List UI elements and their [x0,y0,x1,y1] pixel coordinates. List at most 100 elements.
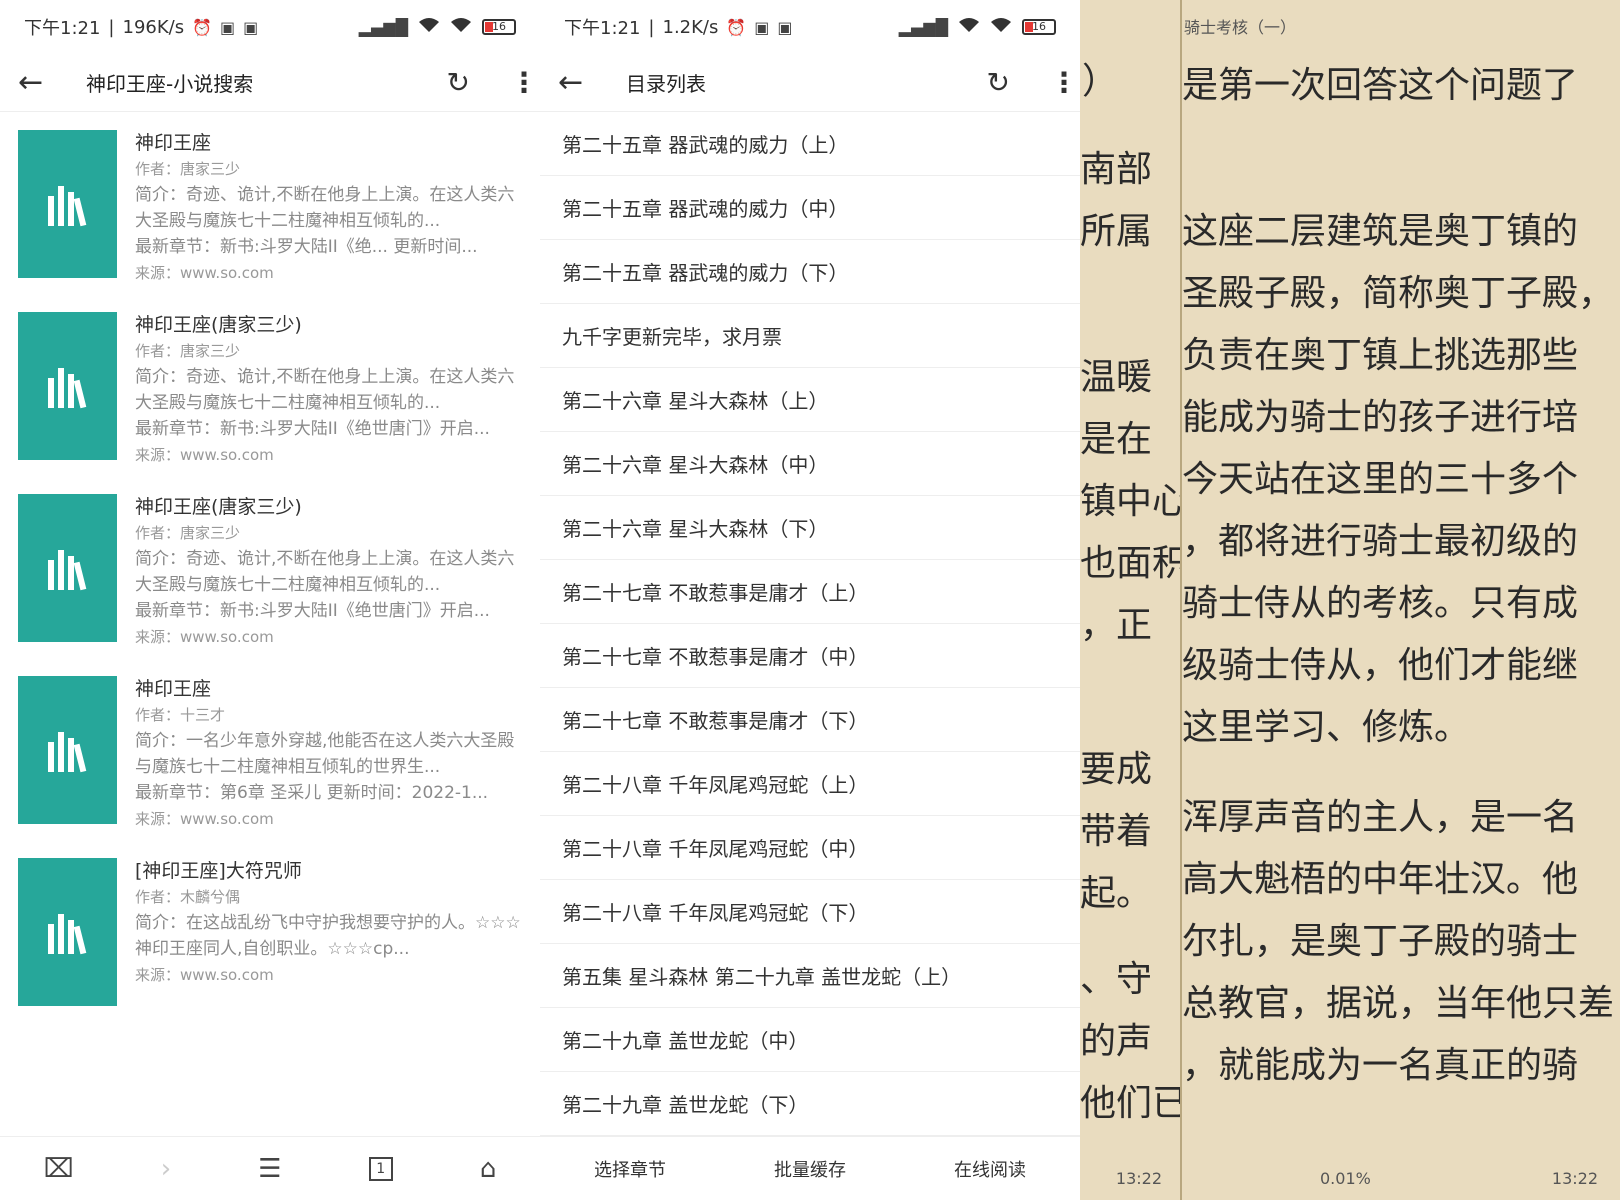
reader-text-line: 这里学习、修炼。 [1182,707,1471,748]
reader-text-line: 是在 [1080,419,1153,460]
book-description: 简介：一名少年意外穿越,他能否在这人类六大圣殿与魔族七十二柱魔神相互倾轧的世界生… [135,731,515,777]
book-author: 作者：唐家三少 [135,342,241,360]
reader-page-left[interactable]: ） 南部 所属 温暖 是在 镇中心 也面积 ，正 要成 带着 起。 、守 的声 … [1080,0,1182,1200]
reader-text-line: 是第一次回答这个问题了 [1182,65,1579,106]
book-description: 简介：在这战乱纷飞中守护我想要守护的人。☆☆☆神印王座同人,自创职业。☆☆☆cp… [135,913,521,959]
chapter-item[interactable]: 第二十九章 盖世龙蛇（中） [540,1008,1080,1072]
notification-icon: ▣ [754,17,770,37]
forward-icon[interactable]: › [161,1154,171,1184]
book-description: 简介：奇迹、诡计,不断在他身上上演。在这人类六大圣殿与魔族七十二柱魔神相互倾轧的… [135,367,515,413]
reader-text-line: 温暖 [1080,357,1153,398]
reader-text-line: 高大魁梧的中年壮汉。他 [1182,859,1579,900]
batch-cache-button[interactable]: 批量缓存 [774,1156,846,1182]
reader-text-line: 今天站在这里的三十多个 [1182,459,1579,500]
book-source: 来源：www.so.com [135,628,274,646]
chapter-item[interactable]: 第二十五章 器武魂的威力（上） [540,112,1080,176]
book-author: 作者：唐家三少 [135,160,241,178]
status-network-speed: 196K/s [122,16,185,38]
reader-text-line: 负责在奥丁镇上挑选那些 [1182,335,1579,376]
page-title: 目录列表 [626,72,706,96]
close-page-icon[interactable]: ⌧ [44,1154,74,1184]
book-shelf-icon [47,914,86,955]
battery-icon: 16 [482,19,516,35]
book-author: 作者：十三才 [135,706,226,724]
app-notification-icon: ▣ [777,17,793,37]
refresh-icon[interactable]: ↻ [447,66,470,99]
book-shelf-icon [47,732,86,773]
reader-text-line: 骑士侍从的考核。只有成 [1182,583,1579,624]
search-results-list: 神印王座 作者：唐家三少 简介：奇迹、诡计,不断在他身上上演。在这人类六大圣殿与… [0,112,540,1022]
reader-text-line: 、守 [1080,959,1153,1000]
reader-text-line: ，都将进行骑士最初级的 [1182,521,1579,562]
search-result-item[interactable]: 神印王座 作者：唐家三少 简介：奇迹、诡计,不断在他身上上演。在这人类六大圣殿与… [0,112,540,294]
status-network-speed: 1.2K/s [662,16,719,38]
reader-text-line: 带着 [1080,811,1153,852]
search-result-item[interactable]: [神印王座]大符咒师 作者：木麟兮偶 简介：在这战乱纷飞中守护我想要守护的人。☆… [0,840,540,1022]
chapter-item[interactable]: 第二十六章 星斗大森林（上） [540,368,1080,432]
page-title: 神印王座-小说搜索 [86,72,254,96]
book-source: 来源：www.so.com [135,810,274,828]
chapter-item[interactable]: 第二十八章 千年凤尾鸡冠蛇（中） [540,816,1080,880]
reader-text-line: 镇中心 [1080,481,1182,522]
chapter-item[interactable]: 第二十五章 器武魂的威力（中） [540,176,1080,240]
reader-clock: 13:22 [1551,1169,1598,1188]
select-chapter-button[interactable]: 选择章节 [594,1156,666,1182]
signal-icon: ▂▄▆█ [898,17,948,37]
book-cover [18,858,117,1006]
book-latest-chapter: 最新章节：新书:斗罗大陆II《绝世唐门》开启... [135,601,490,621]
book-author: 作者：木麟兮偶 [135,888,241,906]
reader-text-line: 浑厚声音的主人，是一名 [1182,797,1579,838]
book-latest-chapter: 最新章节：新书:斗罗大陆II《绝世唐门》开启... [135,419,490,439]
chapter-item[interactable]: 第二十五章 器武魂的威力（下） [540,240,1080,304]
reader-text-line: 要成 [1080,749,1153,790]
chapter-item[interactable]: 第二十六章 星斗大森林（中） [540,432,1080,496]
chapter-item[interactable]: 第二十八章 千年凤尾鸡冠蛇（上） [540,752,1080,816]
book-shelf-icon [47,550,86,591]
menu-icon[interactable]: ☰ [258,1154,281,1184]
reader-text-line: 的声 [1080,1021,1153,1062]
book-latest-chapter: 最新章节：第6章 圣采儿 更新时间：2022-1... [135,783,489,803]
chapter-action-bar: 选择章节 批量缓存 在线阅读 [540,1136,1080,1200]
chapter-item[interactable]: 九千字更新完毕，求月票 [540,304,1080,368]
wifi-icon [450,17,472,37]
alarm-icon: ⏰ [726,17,747,37]
read-online-button[interactable]: 在线阅读 [954,1156,1026,1182]
search-result-item[interactable]: 神印王座(唐家三少) 作者：唐家三少 简介：奇迹、诡计,不断在他身上上演。在这人… [0,476,540,658]
reader-clock: 13:22 [1115,1169,1162,1188]
chapter-item[interactable]: 第二十七章 不敢惹事是庸才（下） [540,688,1080,752]
reader-text-line: 尔扎，是奥丁子殿的骑士 [1182,921,1579,962]
status-time: 下午1:21 [564,18,641,39]
reader-text-line: ，就能成为一名真正的骑 [1182,1045,1579,1086]
chapter-item[interactable]: 第二十九章 盖世龙蛇（下） [540,1072,1080,1136]
book-title: 神印王座 [135,132,212,154]
back-arrow-icon[interactable]: ← [18,65,58,100]
toc-toolbar: ← 目录列表 ↻ ⋮ [540,54,1080,112]
chapter-item[interactable]: 第二十六章 星斗大森林（下） [540,496,1080,560]
chapter-item[interactable]: 第二十七章 不敢惹事是庸才（中） [540,624,1080,688]
tab-count-icon[interactable]: 1 [368,1156,393,1181]
refresh-icon[interactable]: ↻ [987,66,1010,99]
chapter-item[interactable]: 第二十八章 千年凤尾鸡冠蛇（下） [540,880,1080,944]
chapter-item[interactable]: 第五集 星斗森林 第二十九章 盖世龙蛇（上） [540,944,1080,1008]
back-arrow-icon[interactable]: ← [558,65,598,100]
reader-text-line: 南部 [1080,149,1153,190]
status-bar: 下午1:21 | 196K/s ⏰ ▣ ▣ ▂▄▆█ 16 [0,0,540,54]
home-icon[interactable]: ⌂ [480,1154,497,1184]
toc-screen: 下午1:21 | 1.2K/s ⏰ ▣ ▣ ▂▄▆█ 16 ← 目录列表 ↻ ⋮… [540,0,1080,1200]
wifi-icon [958,17,980,37]
book-cover [18,494,117,642]
wifi-icon [418,17,440,37]
book-shelf-icon [47,186,86,227]
reader-text-line: ） [1082,61,1119,102]
search-result-item[interactable]: 神印王座 作者：十三才 简介：一名少年意外穿越,他能否在这人类六大圣殿与魔族七十… [0,658,540,840]
chapter-item[interactable]: 第二十七章 不敢惹事是庸才（上） [540,560,1080,624]
more-vert-icon[interactable]: ⋮ [1050,66,1078,99]
search-result-item[interactable]: 神印王座(唐家三少) 作者：唐家三少 简介：奇迹、诡计,不断在他身上上演。在这人… [0,294,540,476]
search-toolbar: ← 神印王座-小说搜索 ↻ ⋮ [0,54,540,112]
book-title: 神印王座(唐家三少) [135,314,302,336]
more-vert-icon[interactable]: ⋮ [510,66,538,99]
reader-page-right[interactable]: 骑士考核（一） 是第一次回答这个问题了 这座二层建筑是奥丁镇的 圣殿子殿，简称奥… [1182,0,1620,1200]
book-cover [18,130,117,278]
reader-text-line: 总教官，据说，当年他只差 [1182,983,1615,1024]
reader-text-line: ，正 [1080,605,1153,646]
